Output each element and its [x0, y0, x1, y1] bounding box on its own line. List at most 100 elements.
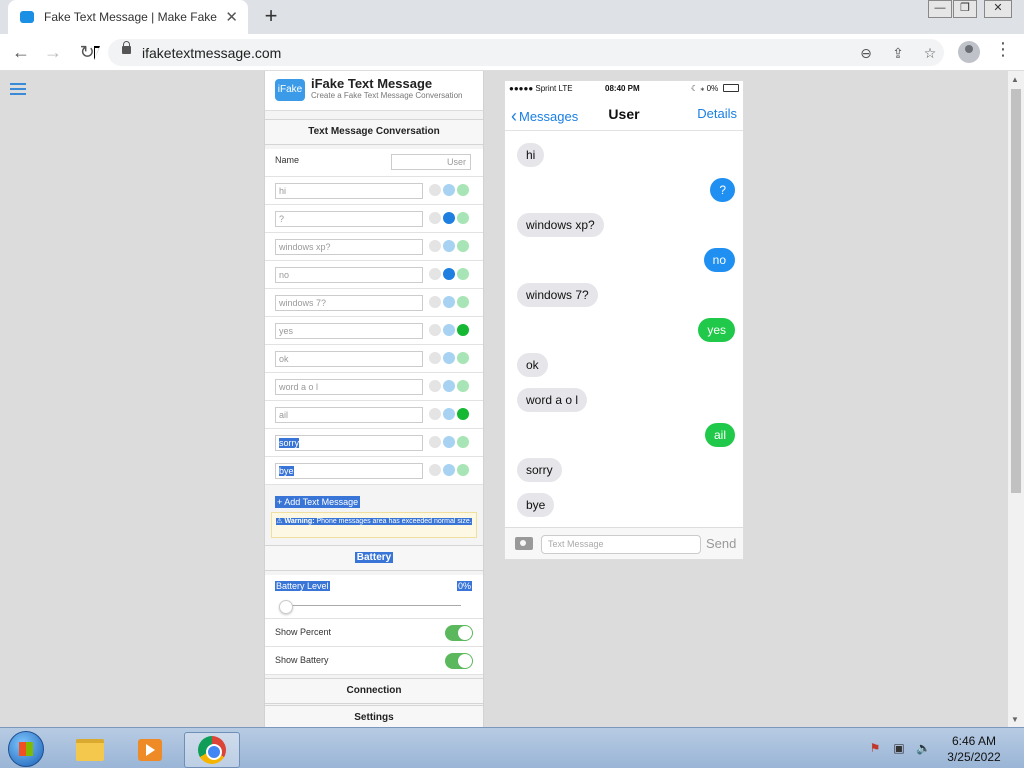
show-battery-toggle[interactable] — [445, 653, 473, 669]
imessage-bubble-toggle-icon[interactable] — [443, 352, 455, 364]
message-text-input[interactable]: windows xp? — [275, 239, 423, 255]
sms-bubble-toggle-icon[interactable] — [457, 240, 469, 252]
imessage-bubble-toggle-icon[interactable] — [443, 240, 455, 252]
sms-bubble-toggle-icon[interactable] — [457, 324, 469, 336]
message-row: windows xp? — [265, 233, 483, 261]
connection-section-header[interactable]: Connection — [265, 678, 483, 704]
message-text-input[interactable]: hi — [275, 183, 423, 199]
network-icon[interactable]: ▣ — [892, 741, 906, 755]
received-bubble-toggle-icon[interactable] — [429, 324, 441, 336]
chrome-taskbar-button[interactable] — [184, 732, 240, 768]
message-row: no — [265, 261, 483, 289]
imessage-bubble-toggle-icon[interactable] — [443, 324, 455, 336]
close-window-button[interactable]: ✕ — [984, 0, 1012, 18]
add-text-message-button[interactable]: + Add Text Message — [275, 496, 361, 508]
scroll-up-icon[interactable]: ▲ — [1011, 75, 1019, 84]
minimize-window-button[interactable]: — — [928, 0, 952, 18]
restore-window-button[interactable]: ❐ — [953, 0, 977, 18]
imessage-bubble-toggle-icon[interactable] — [443, 436, 455, 448]
battery-slider-handle[interactable] — [279, 600, 293, 614]
received-bubble-toggle-icon[interactable] — [429, 184, 441, 196]
send-button[interactable]: Send — [706, 536, 736, 551]
hamburger-menu-icon[interactable] — [10, 83, 26, 95]
received-bubble-toggle-icon[interactable] — [429, 408, 441, 420]
sms-bubble-toggle-icon[interactable] — [457, 352, 469, 364]
messages-back-button[interactable]: ‹ Messages — [511, 105, 578, 126]
received-bubble-toggle-icon[interactable] — [429, 436, 441, 448]
scroll-down-icon[interactable]: ▼ — [1011, 715, 1019, 724]
sms-bubble-toggle-icon[interactable] — [457, 380, 469, 392]
folder-icon — [76, 739, 104, 761]
back-arrow-icon[interactable]: ← — [8, 39, 34, 65]
windows-taskbar: ⚑ ▣ 🔈 6:46 AM 3/25/2022 — [0, 727, 1024, 768]
message-text-input[interactable]: word a o l — [275, 379, 423, 395]
browser-tab-bar: Fake Text Message | Make Fake Te ✕ + — ❐… — [0, 0, 1024, 34]
close-tab-icon[interactable]: ✕ — [225, 8, 238, 26]
settings-section-header[interactable]: Settings — [265, 705, 483, 727]
show-percent-toggle[interactable] — [445, 625, 473, 641]
new-tab-button[interactable]: + — [258, 3, 284, 29]
taskbar-clock[interactable]: 6:46 AM 3/25/2022 — [944, 733, 1004, 765]
sms-bubble-toggle-icon[interactable] — [457, 212, 469, 224]
text-message-field[interactable]: Text Message — [541, 535, 701, 554]
sent-message-bubble: ail — [704, 423, 735, 447]
battery-section-header[interactable]: Battery — [265, 545, 483, 571]
received-bubble-toggle-icon[interactable] — [429, 268, 441, 280]
message-row: ail — [265, 401, 483, 429]
share-icon[interactable]: ⇪ — [888, 43, 908, 63]
message-row: hi — [265, 177, 483, 205]
zoom-icon[interactable]: ⊖ — [856, 43, 876, 63]
message-text-input[interactable]: sorry — [275, 435, 423, 451]
sms-bubble-toggle-icon[interactable] — [457, 436, 469, 448]
imessage-bubble-toggle-icon[interactable] — [443, 184, 455, 196]
message-text-input[interactable]: yes — [275, 323, 423, 339]
sms-bubble-toggle-icon[interactable] — [457, 268, 469, 280]
bookmark-star-icon[interactable]: ☆ — [920, 43, 940, 63]
battery-slider-track[interactable] — [283, 605, 461, 606]
received-bubble-toggle-icon[interactable] — [429, 212, 441, 224]
name-input[interactable]: User — [391, 154, 471, 170]
received-bubble-toggle-icon[interactable] — [429, 296, 441, 308]
browser-menu-icon[interactable]: ⋮ — [994, 39, 1012, 60]
sms-bubble-toggle-icon[interactable] — [457, 184, 469, 196]
message-text-input[interactable]: windows 7? — [275, 295, 423, 311]
sms-bubble-toggle-icon[interactable] — [457, 408, 469, 420]
media-player-taskbar-button[interactable] — [122, 732, 178, 768]
received-bubble-toggle-icon[interactable] — [429, 380, 441, 392]
scrollbar-thumb[interactable] — [1011, 89, 1021, 493]
imessage-bubble-toggle-icon[interactable] — [443, 296, 455, 308]
url-text[interactable]: ifaketextmessage.com — [142, 45, 281, 61]
camera-icon[interactable] — [515, 537, 533, 550]
message-text-input[interactable]: ail — [275, 407, 423, 423]
forward-arrow-icon[interactable]: → — [40, 39, 66, 65]
sms-bubble-toggle-icon[interactable] — [457, 464, 469, 476]
start-button[interactable] — [8, 731, 44, 767]
lock-icon[interactable] — [122, 41, 131, 54]
imessage-bubble-toggle-icon[interactable] — [443, 212, 455, 224]
imessage-bubble-toggle-icon[interactable] — [443, 464, 455, 476]
conversation-section-header[interactable]: Text Message Conversation — [265, 119, 483, 145]
message-text-input[interactable]: ? — [275, 211, 423, 227]
message-text-input[interactable]: bye — [275, 463, 423, 479]
imessage-bubble-toggle-icon[interactable] — [443, 380, 455, 392]
brand-subtitle: Create a Fake Text Message Conversation — [311, 91, 463, 100]
file-explorer-taskbar-button[interactable] — [62, 732, 118, 768]
omnibox[interactable]: ifaketextmessage.com ⊖ ⇪ ☆ — [108, 39, 944, 66]
message-row: ? — [265, 205, 483, 233]
received-bubble-toggle-icon[interactable] — [429, 464, 441, 476]
received-bubble-toggle-icon[interactable] — [429, 240, 441, 252]
action-center-flag-icon[interactable]: ⚑ — [868, 741, 882, 755]
sms-bubble-toggle-icon[interactable] — [457, 296, 469, 308]
page-scrollbar[interactable]: ▲ ▼ — [1008, 71, 1024, 727]
page-viewport: iFake iFake Text Message Create a Fake T… — [0, 71, 1008, 727]
details-button[interactable]: Details — [697, 106, 737, 121]
imessage-bubble-toggle-icon[interactable] — [443, 408, 455, 420]
browser-tab[interactable]: Fake Text Message | Make Fake Te ✕ — [8, 0, 248, 34]
profile-avatar-icon[interactable] — [958, 41, 980, 63]
imessage-bubble-toggle-icon[interactable] — [443, 268, 455, 280]
received-bubble-toggle-icon[interactable] — [429, 352, 441, 364]
message-text-input[interactable]: no — [275, 267, 423, 283]
message-text-input[interactable]: ok — [275, 351, 423, 367]
favicon-icon — [20, 11, 34, 23]
volume-icon[interactable]: 🔈 — [916, 741, 931, 755]
